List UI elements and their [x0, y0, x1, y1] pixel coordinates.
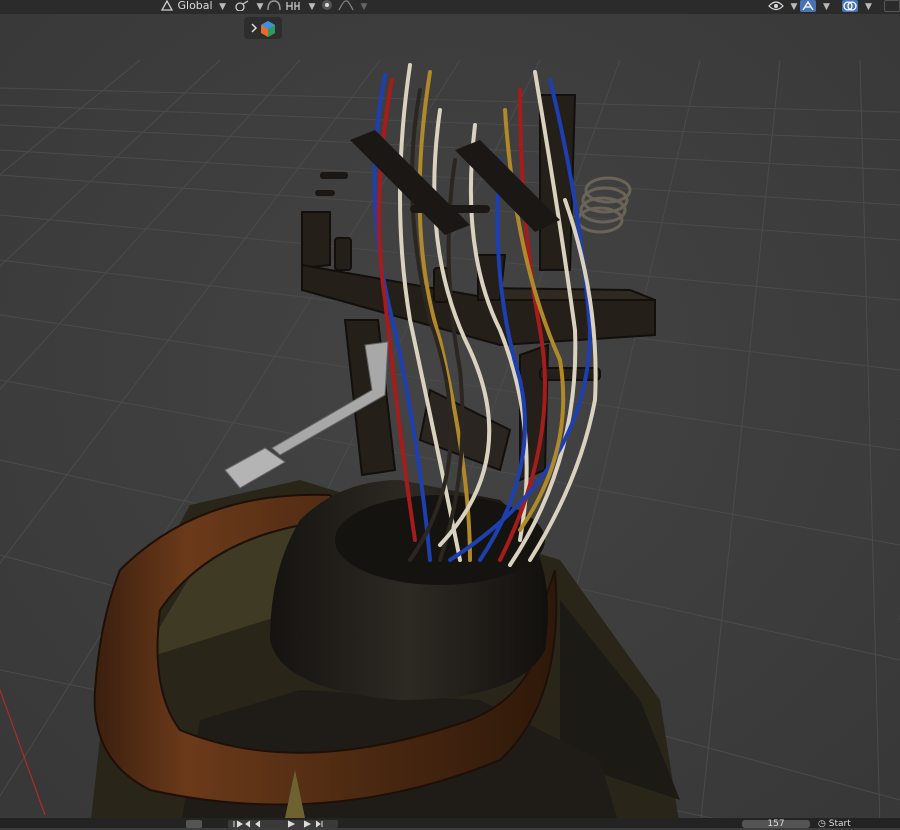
pivot-point-dropdown[interactable]: ▼: [234, 0, 263, 12]
xray-toggle[interactable]: [884, 0, 900, 12]
current-frame-field[interactable]: 157: [742, 820, 810, 829]
pivot-point-icon: [235, 0, 249, 11]
overlay-dropdown[interactable]: ▼: [862, 0, 872, 12]
proportional-editing-icon: [322, 0, 332, 10]
3d-viewport[interactable]: [0, 0, 900, 828]
playback-controls[interactable]: [228, 820, 338, 828]
visibility-icon: [768, 1, 784, 11]
proportional-falloff-dropdown[interactable]: ▼: [338, 0, 367, 12]
snap-target-icon: [286, 2, 300, 10]
chevron-down-icon: ▼: [823, 2, 830, 12]
gizmo-toggle[interactable]: [800, 0, 816, 12]
chevron-down-icon: ▼: [360, 2, 368, 12]
gizmo-dropdown[interactable]: ▼: [820, 0, 830, 12]
chevron-down-icon: ▼: [308, 2, 316, 12]
viewport-header: [0, 0, 900, 14]
gizmo-icon: [802, 0, 814, 11]
chevron-down-icon: ▼: [256, 2, 264, 12]
transform-orientation-dropdown[interactable]: Global ▼: [160, 0, 226, 12]
viewport-expand-button[interactable]: [244, 17, 282, 39]
chevron-down-icon: ▼: [865, 2, 872, 12]
falloff-curve-icon: [338, 0, 354, 11]
snap-toggle[interactable]: [266, 0, 282, 12]
keyframe-search-button[interactable]: [186, 820, 202, 828]
overlay-icon: [843, 1, 857, 11]
snap-target-dropdown[interactable]: ▼: [286, 0, 315, 12]
chevron-down-icon: ▼: [219, 2, 227, 12]
playback-icons: [228, 820, 338, 828]
expand-arrow-icon: [251, 21, 275, 37]
chevron-down-icon: ▼: [790, 2, 798, 12]
overlay-toggle[interactable]: [842, 0, 858, 12]
snap-icon: [267, 0, 281, 11]
object-icon: [261, 21, 275, 37]
proportional-editing-toggle[interactable]: [320, 0, 336, 12]
start-frame-button[interactable]: ◷ Start: [818, 820, 851, 829]
transform-orientation-icon: [160, 0, 174, 11]
visibility-dropdown[interactable]: ▼: [768, 0, 797, 12]
transform-orientation-label: Global: [177, 0, 213, 12]
